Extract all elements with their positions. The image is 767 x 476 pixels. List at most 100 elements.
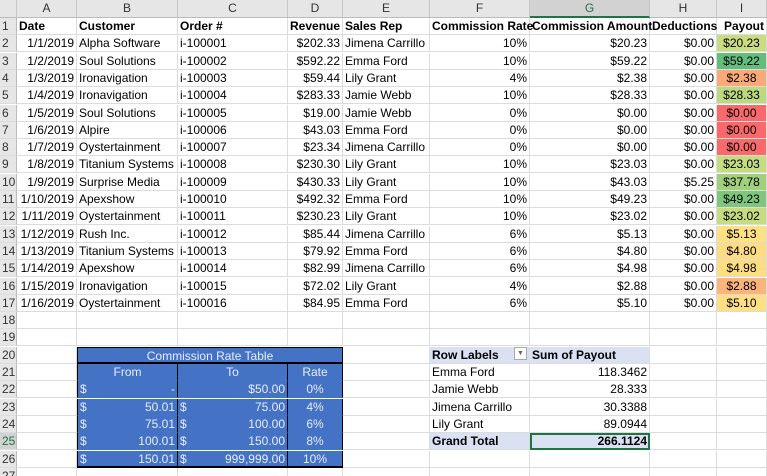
cell[interactable] [717,450,767,468]
header-cell[interactable]: Payout [717,18,767,35]
data-cell[interactable]: 1/7/2019 [17,139,77,157]
row-number[interactable]: 6 [0,104,17,122]
payout-cell[interactable]: $28.33 [717,87,767,105]
payout-cell[interactable]: $59.22 [717,52,767,70]
data-cell[interactable]: $49.23 [530,191,650,208]
cell[interactable] [650,364,717,381]
pivot-row-label[interactable]: Lily Grant [430,415,530,433]
data-cell[interactable]: Lily Grant [343,156,430,174]
data-cell[interactable]: $283.33 [288,87,343,105]
data-cell[interactable]: 0% [430,139,530,157]
cell[interactable] [717,398,767,416]
data-cell[interactable]: $202.33 [288,35,343,53]
data-cell[interactable]: i-100003 [178,69,288,87]
header-cell[interactable]: Order # [178,18,288,35]
pivot-row-label[interactable]: Jimena Carrillo [430,398,530,416]
data-cell[interactable]: Apexshow [77,260,178,278]
data-cell[interactable]: $43.03 [530,173,650,191]
rate-table-cell[interactable]: $75.01 [77,415,178,433]
data-cell[interactable]: Emma Ford [343,242,430,260]
data-cell[interactable]: 6% [430,242,530,260]
data-cell[interactable]: 10% [430,52,530,70]
data-cell[interactable]: Emma Ford [343,52,430,70]
data-cell[interactable]: $0.00 [650,139,717,157]
data-cell[interactable]: i-100004 [178,87,288,105]
data-cell[interactable]: $5.25 [650,173,717,191]
row-number[interactable]: 27 [0,467,17,476]
row-number[interactable]: 5 [0,87,17,105]
cell[interactable] [650,329,717,347]
cell[interactable] [717,433,767,451]
row-number[interactable]: 22 [0,381,17,399]
pivot-row-value[interactable]: 28.333 [530,381,650,399]
data-cell[interactable]: $0.00 [530,121,650,139]
data-cell[interactable]: $0.00 [530,139,650,157]
data-cell[interactable]: Jamie Webb [343,87,430,105]
cell[interactable] [343,329,430,347]
pivot-row-labels-header[interactable]: Row Labels ▼ [430,346,530,364]
pivot-value-header[interactable]: Sum of Payout [530,346,650,364]
filter-dropdown-icon[interactable]: ▼ [514,346,527,360]
column-header[interactable]: E [343,0,430,18]
data-cell[interactable]: $20.23 [530,35,650,53]
row-number[interactable]: 1 [0,18,17,35]
rate-table-cell[interactable]: 0% [288,381,343,399]
data-cell[interactable]: $0.00 [650,277,717,295]
data-cell[interactable]: i-100007 [178,139,288,157]
data-cell[interactable]: 6% [430,294,530,312]
rate-table-cell[interactable]: $ - [77,381,178,399]
rate-table-cell[interactable]: $50.00 [178,381,288,399]
cell[interactable] [17,433,77,451]
data-cell[interactable]: Oystertainment [77,139,178,157]
data-cell[interactable]: Lily Grant [343,173,430,191]
data-cell[interactable]: Apexshow [77,191,178,208]
payout-cell[interactable]: $5.13 [717,225,767,243]
cell[interactable] [650,398,717,416]
cell[interactable] [17,415,77,433]
data-cell[interactable]: $0.00 [650,260,717,278]
cell[interactable] [77,329,178,347]
select-all-corner[interactable] [0,0,17,18]
rate-table-cell[interactable]: 10% [288,450,343,468]
data-cell[interactable]: i-100005 [178,104,288,122]
cell[interactable] [430,450,530,468]
data-cell[interactable]: 10% [430,173,530,191]
data-cell[interactable]: i-100001 [178,35,288,53]
data-cell[interactable]: Ironavigation [77,87,178,105]
data-cell[interactable]: 1/3/2019 [17,69,77,87]
data-cell[interactable]: 10% [430,87,530,105]
cell[interactable] [343,381,430,399]
rate-table-cell[interactable]: $150.01 [77,450,178,468]
row-number[interactable]: 7 [0,121,17,139]
row-number[interactable]: 20 [0,346,17,364]
data-cell[interactable]: 1/5/2019 [17,104,77,122]
data-cell[interactable]: i-100012 [178,225,288,243]
data-cell[interactable]: Jimena Carrillo [343,35,430,53]
data-cell[interactable]: $84.95 [288,294,343,312]
data-cell[interactable]: $230.30 [288,156,343,174]
cell[interactable] [343,312,430,330]
cell[interactable] [77,312,178,330]
row-number[interactable]: 3 [0,52,17,70]
payout-cell[interactable]: $0.00 [717,121,767,139]
rate-table-header[interactable]: From [77,364,178,381]
data-cell[interactable]: i-100006 [178,121,288,139]
data-cell[interactable]: $0.00 [650,87,717,105]
payout-cell[interactable]: $23.02 [717,208,767,226]
data-cell[interactable]: Ironavigation [77,277,178,295]
cell[interactable] [717,329,767,347]
data-cell[interactable]: Emma Ford [343,191,430,208]
cell[interactable] [17,450,77,468]
column-header[interactable]: G [530,0,650,18]
data-cell[interactable]: 1/11/2019 [17,208,77,226]
row-number[interactable]: 9 [0,156,17,174]
data-cell[interactable]: Lily Grant [343,69,430,87]
data-cell[interactable]: Titanium Systems [77,156,178,174]
data-cell[interactable]: 1/15/2019 [17,277,77,295]
data-cell[interactable]: $230.23 [288,208,343,226]
data-cell[interactable]: Jimena Carrillo [343,139,430,157]
cell[interactable] [650,433,717,451]
cell[interactable] [650,312,717,330]
pivot-row-value[interactable]: 30.3388 [530,398,650,416]
data-cell[interactable]: 4% [430,277,530,295]
